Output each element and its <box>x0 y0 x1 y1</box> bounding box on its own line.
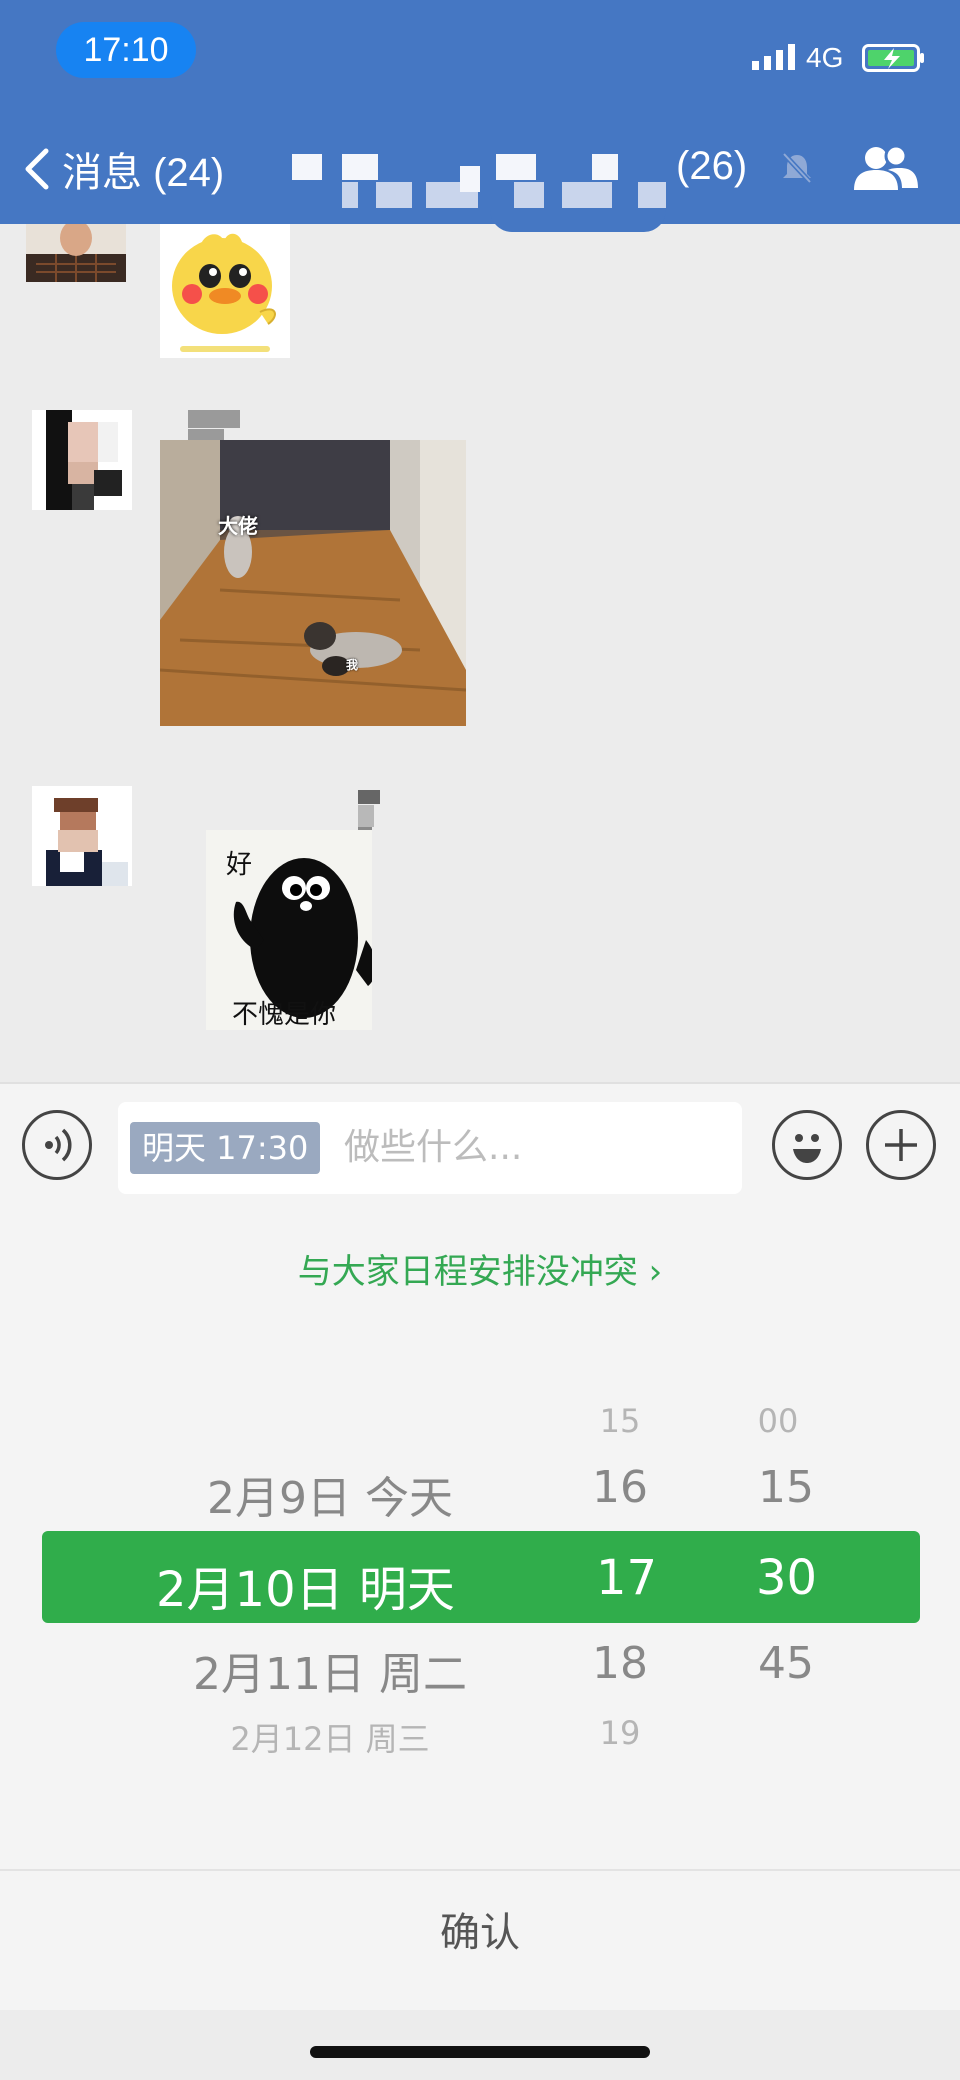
chat-header: 消息 (24) (26) <box>0 100 960 224</box>
emoji-button[interactable] <box>772 1110 842 1180</box>
cats-sticker[interactable]: 大佬 我 <box>160 440 466 726</box>
status-bar: 17:10 4G <box>0 0 960 100</box>
schedule-conflict-link[interactable]: 与大家日程安排没冲突 › <box>0 1244 960 1293</box>
plus-icon <box>885 1129 917 1161</box>
header-tab-bump <box>490 208 666 232</box>
selected-hour[interactable]: 17 <box>596 1550 657 1606</box>
voice-icon <box>45 1128 72 1162</box>
message-placeholder: 做些什么... <box>344 1127 523 1168</box>
penguin-caption-top: 好 <box>226 850 253 880</box>
penguin-caption-bottom: 不愧是你 <box>232 1000 337 1030</box>
penguin-sticker[interactable]: 好 不愧是你 <box>206 830 372 1030</box>
back-label: 消息 (24) <box>62 151 225 195</box>
cats-caption-top: 大佬 <box>218 514 258 538</box>
message-input[interactable]: 明天 17:30 做些什么... <box>118 1102 742 1194</box>
selected-minute[interactable]: 30 <box>756 1550 817 1606</box>
battery-icon <box>862 44 924 72</box>
confirm-button[interactable]: 确认 <box>0 1900 960 1958</box>
mute-bell-icon <box>782 152 812 184</box>
more-button[interactable] <box>866 1110 936 1180</box>
status-time: 17:10 <box>56 22 196 78</box>
date-option[interactable]: 2月9日 今天 <box>180 1462 480 1526</box>
date-option[interactable]: 2月12日 周三 <box>180 1714 480 1760</box>
minute-option[interactable]: 45 <box>746 1638 826 1689</box>
schedule-time-tag[interactable]: 明天 17:30 <box>130 1122 321 1174</box>
member-count: (26) <box>676 144 748 188</box>
hour-option[interactable]: 15 <box>580 1402 660 1440</box>
voice-button[interactable] <box>22 1110 92 1180</box>
hour-option[interactable]: 18 <box>580 1638 660 1689</box>
duck-sticker[interactable] <box>160 224 290 358</box>
chevron-left-icon <box>25 148 49 190</box>
selected-date[interactable]: 2月10日 明天 <box>156 1550 455 1620</box>
smiley-icon <box>793 1134 821 1163</box>
home-indicator <box>310 2046 650 2058</box>
minute-option[interactable]: 15 <box>746 1462 826 1513</box>
minute-option[interactable]: 00 <box>738 1402 818 1440</box>
network-type: 4G <box>806 42 844 73</box>
signal-icon <box>752 44 795 70</box>
date-option[interactable]: 2月11日 周二 <box>180 1638 480 1702</box>
avatar[interactable] <box>32 786 132 886</box>
avatar[interactable] <box>26 224 126 282</box>
back-button[interactable]: 消息 (24) <box>24 140 224 198</box>
avatar[interactable] <box>32 410 132 510</box>
cats-caption-bottom: 我 <box>346 658 359 672</box>
hour-option[interactable]: 16 <box>580 1462 660 1513</box>
group-members-icon[interactable] <box>852 144 920 192</box>
hour-option[interactable]: 19 <box>580 1714 660 1752</box>
